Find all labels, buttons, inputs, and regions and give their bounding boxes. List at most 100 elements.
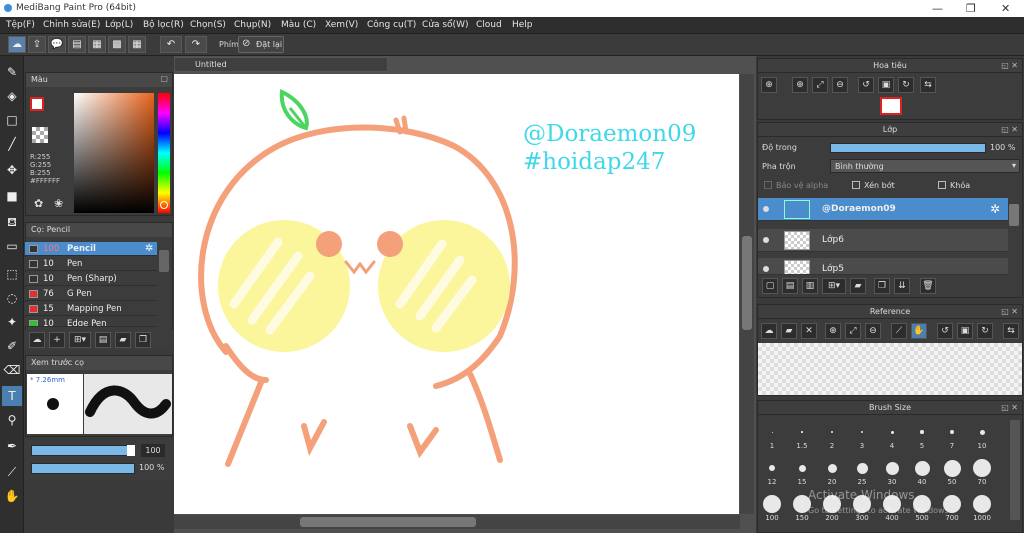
document-icon[interactable]: ▦: [88, 36, 106, 53]
rotate-right-icon[interactable]: ↻: [977, 323, 993, 339]
brush-row-pen[interactable]: 10 Pen: [25, 257, 157, 271]
brush-size-option[interactable]: 1.5: [787, 418, 817, 452]
redo-icon[interactable]: ↷: [185, 36, 207, 53]
add-brush-icon[interactable]: +: [49, 332, 65, 348]
brush-scrollbar[interactable]: [159, 250, 169, 272]
select-rect-icon[interactable]: ⬚: [2, 264, 22, 284]
brush-size-option[interactable]: 2: [817, 418, 847, 452]
canvas-text-layer[interactable]: @Doraemon09 #hoidap247: [523, 120, 696, 176]
hue-handle[interactable]: [160, 201, 168, 209]
reference-cloud-icon[interactable]: ☁: [761, 323, 777, 339]
brush-size-option[interactable]: 25: [847, 454, 877, 488]
open-folder-icon[interactable]: ▰: [781, 323, 797, 339]
bucket-tool-icon[interactable]: ⛾: [2, 212, 22, 232]
zoom-in-icon[interactable]: ⊕: [761, 77, 777, 93]
gear-icon[interactable]: ✲: [990, 202, 1000, 216]
fit-icon[interactable]: ⤢: [812, 77, 828, 93]
text-tool-icon[interactable]: T: [2, 386, 22, 406]
palette-icon[interactable]: ✿: [34, 197, 43, 210]
brush-tool-icon[interactable]: ✎: [2, 62, 22, 82]
brush-size-option[interactable]: 100: [757, 490, 787, 524]
layer-row-6[interactable]: Lớp6: [758, 229, 1008, 252]
folder-icon[interactable]: ▰: [115, 332, 131, 348]
lasso-icon[interactable]: ◌: [2, 288, 22, 308]
eye-icon[interactable]: [763, 206, 769, 212]
zoom-plus-icon[interactable]: ⊕: [792, 77, 808, 93]
document-tab[interactable]: Untitled: [174, 57, 388, 72]
brush-size-option[interactable]: 5: [907, 418, 937, 452]
fill-rect-tool-icon[interactable]: ■: [2, 186, 22, 206]
size-slider-handle[interactable]: [127, 445, 135, 456]
brush-size-option[interactable]: 12: [757, 454, 787, 488]
new-layer-2-icon[interactable]: ▤: [782, 278, 798, 294]
brush-row-mapping-pen[interactable]: 15 Mapping Pen: [25, 302, 157, 316]
eraser-tool-icon[interactable]: ◈: [2, 86, 22, 106]
reset-view-icon[interactable]: ▣: [957, 323, 973, 339]
rotate-left-icon[interactable]: ↺: [937, 323, 953, 339]
menu-window[interactable]: Cửa sổ(W): [422, 20, 468, 30]
duplicate-layer-icon[interactable]: ❐: [874, 278, 890, 294]
brush-size-option[interactable]: 50: [937, 454, 967, 488]
trash-icon[interactable]: 🗑: [920, 278, 936, 294]
brush-row-pencil[interactable]: 100 Pencil ✲: [25, 242, 157, 256]
menu-help[interactable]: Help: [512, 20, 533, 30]
move-tool-icon[interactable]: ✥: [2, 160, 22, 180]
brush-size-option[interactable]: 70: [967, 454, 997, 488]
zoom-in-icon[interactable]: ⊕: [825, 323, 841, 339]
transparent-swatch[interactable]: [32, 127, 48, 143]
flip-icon[interactable]: ⇆: [1003, 323, 1019, 339]
brush-size-option[interactable]: 20: [817, 454, 847, 488]
close-icon[interactable]: ✕: [801, 323, 817, 339]
close-button[interactable]: ✕: [1001, 2, 1010, 15]
rotate-left-icon[interactable]: ↺: [858, 77, 874, 93]
brush-size-option[interactable]: 10: [967, 418, 997, 452]
brush-cloud-icon[interactable]: ☁: [29, 332, 45, 348]
eye-icon[interactable]: [763, 266, 769, 272]
saturation-value-picker[interactable]: [74, 93, 154, 213]
size-slider[interactable]: [31, 445, 135, 456]
navigator-thumbnail[interactable]: [880, 97, 902, 115]
brush-size-option[interactable]: 40: [907, 454, 937, 488]
hand-tool-icon[interactable]: ✋: [2, 486, 22, 506]
eyedropper-icon[interactable]: ⟋: [891, 323, 907, 339]
layer-scrollbar[interactable]: [1009, 204, 1019, 226]
undo-icon[interactable]: ↶: [160, 36, 182, 53]
horizontal-scroll-thumb[interactable]: [300, 517, 476, 527]
brush-size-option[interactable]: 1000: [967, 490, 997, 524]
protect-alpha-checkbox[interactable]: [764, 181, 772, 189]
brush-row-edge-pen[interactable]: 10 Edge Pen: [25, 317, 157, 327]
brush-size-option[interactable]: 1: [757, 418, 787, 452]
eyedropper-icon[interactable]: ⟋: [2, 462, 22, 482]
pen-tool-icon[interactable]: ✒: [2, 436, 22, 456]
brush-size-option[interactable]: 4: [877, 418, 907, 452]
opacity-slider[interactable]: [31, 463, 135, 474]
layers-icon[interactable]: ▤: [68, 36, 86, 53]
zoom-out-icon[interactable]: ⊖: [865, 323, 881, 339]
layer-row-5[interactable]: Lớp5: [758, 258, 1008, 275]
reference-canvas[interactable]: [758, 343, 1022, 395]
rect-tool-icon[interactable]: □: [2, 110, 22, 130]
magic-wand-icon[interactable]: ✦: [2, 312, 22, 332]
menu-file[interactable]: Tệp(F): [6, 20, 35, 30]
line-tool-icon[interactable]: ╱: [2, 134, 22, 154]
horizontal-scrollbar[interactable]: [174, 515, 740, 529]
close-icon[interactable]: ▢: [160, 74, 168, 83]
menu-color[interactable]: Màu (C): [281, 20, 316, 30]
foreground-color-swatch[interactable]: [30, 97, 44, 111]
minimize-button[interactable]: —: [932, 2, 943, 15]
new-layer-icon[interactable]: ▢: [762, 278, 778, 294]
merge-layer-icon[interactable]: ⇊: [894, 278, 910, 294]
vertical-scroll-thumb[interactable]: [742, 236, 752, 330]
reset-view-icon[interactable]: ▣: [878, 77, 894, 93]
eye-icon[interactable]: [763, 237, 769, 243]
brush-size-option[interactable]: 30: [877, 454, 907, 488]
rotate-right-icon[interactable]: ↻: [898, 77, 914, 93]
menu-layer[interactable]: Lớp(L): [105, 20, 133, 30]
flip-icon[interactable]: ⇆: [920, 77, 936, 93]
new-layer-3-icon[interactable]: ▥: [802, 278, 818, 294]
gradient-tool-icon[interactable]: ▭: [2, 236, 22, 256]
menu-view[interactable]: Xem(V): [325, 20, 358, 30]
menu-filter[interactable]: Bộ lọc(R): [143, 20, 184, 30]
menu-capture[interactable]: Chụp(N): [234, 20, 271, 30]
zoom-out-icon[interactable]: ⊖: [832, 77, 848, 93]
